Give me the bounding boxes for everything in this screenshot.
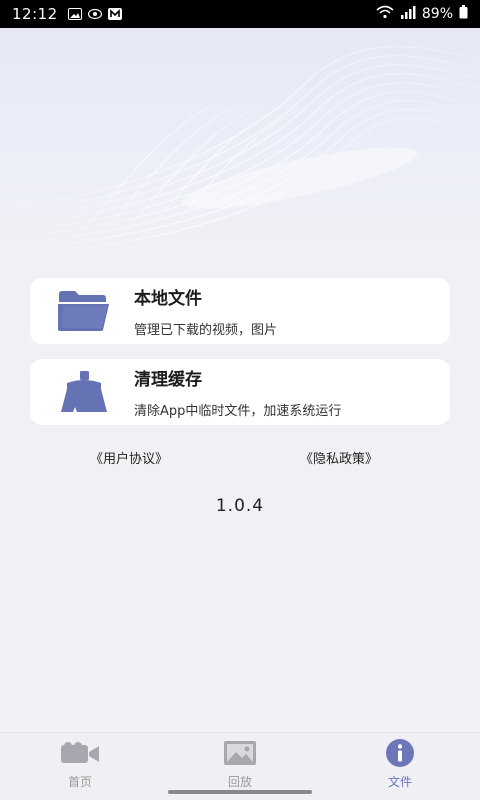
home-indicator[interactable]	[168, 790, 312, 794]
signal-icon	[400, 5, 416, 23]
wave-decoration	[0, 46, 480, 267]
clear-cache-desc: 清除App中临时文件，加速系统运行	[134, 404, 342, 419]
hero-banner	[0, 28, 480, 278]
tab-files-label: 文件	[387, 775, 412, 789]
local-files-desc: 管理已下载的视频，图片	[134, 323, 278, 338]
clear-cache-card[interactable]: 清理缓存 清除App中临时文件，加速系统运行	[30, 359, 450, 425]
status-time: 12:12	[12, 5, 58, 23]
folder-icon	[56, 286, 112, 336]
screen: 12:12 89% 本地文件 管理已下载的视频，图片 清理缓存 清除App中临时…	[0, 0, 480, 800]
battery-percent: 89%	[421, 6, 453, 22]
video-camera-icon	[60, 739, 100, 767]
user-agreement-link[interactable]: 《用户协议》	[90, 448, 168, 467]
m-app-icon	[107, 8, 122, 20]
version-label: 1.0.4	[215, 496, 265, 516]
broom-icon	[56, 367, 112, 417]
tab-home-label: 首页	[67, 775, 92, 789]
battery-icon	[459, 5, 468, 23]
agreement-links: 《用户协议》 《隐私政策》	[0, 448, 480, 468]
privacy-policy-link[interactable]: 《隐私政策》	[300, 448, 378, 467]
tab-home[interactable]: 首页	[0, 733, 160, 800]
tab-files[interactable]: 文件	[320, 733, 480, 800]
clear-cache-title: 清理缓存	[134, 370, 202, 390]
status-bar: 12:12 89%	[0, 0, 480, 28]
local-files-title: 本地文件	[134, 289, 202, 309]
gallery-icon	[67, 8, 82, 20]
local-files-card[interactable]: 本地文件 管理已下载的视频，图片	[30, 278, 450, 344]
info-icon	[380, 739, 420, 767]
wifi-icon	[376, 5, 394, 23]
eye-icon	[87, 8, 102, 20]
tab-playback-label: 回放	[227, 775, 252, 789]
image-icon	[220, 739, 260, 767]
